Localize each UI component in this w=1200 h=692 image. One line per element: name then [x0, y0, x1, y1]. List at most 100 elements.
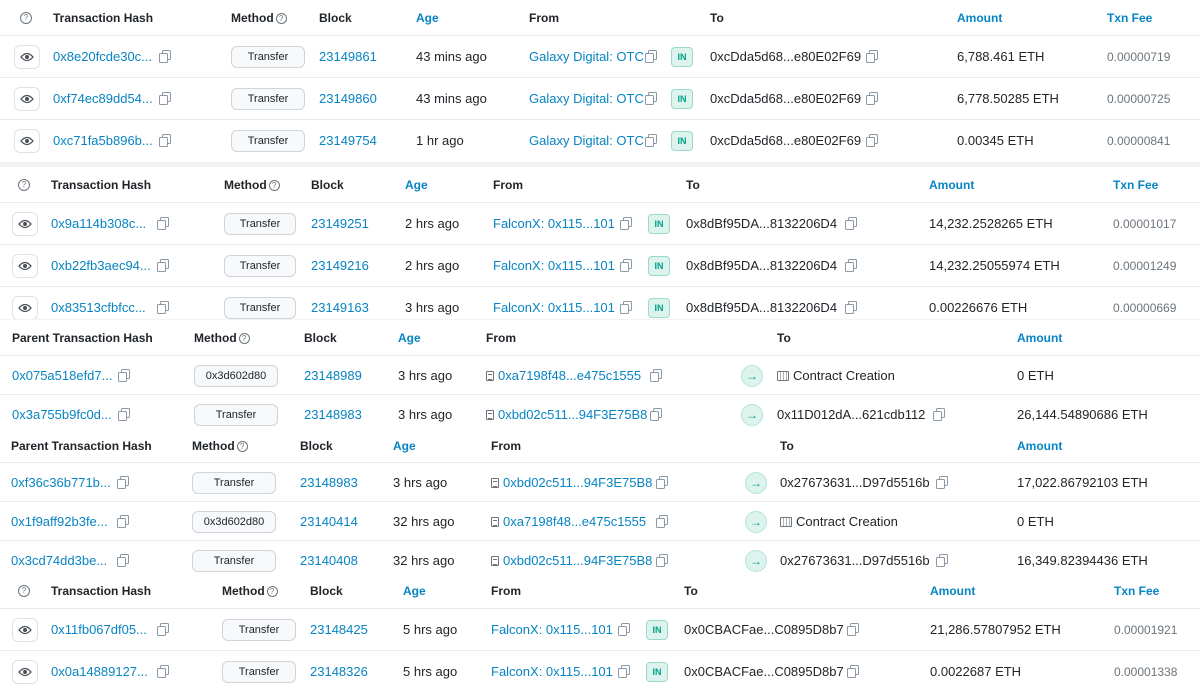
- copy-icon[interactable]: [117, 476, 129, 489]
- column-header-age[interactable]: Age: [405, 178, 428, 192]
- tx-hash-link[interactable]: 0xf74ec89dd54...: [53, 91, 153, 106]
- copy-icon[interactable]: [845, 301, 857, 314]
- from-address-link[interactable]: FalconX: 0x115...101: [493, 300, 615, 315]
- copy-icon[interactable]: [118, 369, 130, 382]
- block-link[interactable]: 23149861: [319, 49, 377, 64]
- help-icon[interactable]: ?: [20, 12, 32, 24]
- block-link[interactable]: 23149216: [311, 258, 369, 273]
- copy-icon[interactable]: [845, 217, 857, 230]
- from-contract-link[interactable]: 0xbd02c511...94F3E75B8: [491, 553, 652, 568]
- to-address[interactable]: 0x8dBf95DA...8132206D4: [686, 216, 837, 231]
- column-header-age[interactable]: Age: [416, 11, 439, 25]
- to-address[interactable]: 0x0CBACFae...C0895D8b7: [684, 664, 844, 679]
- from-address-link[interactable]: Galaxy Digital: OTC: [529, 133, 644, 148]
- copy-icon[interactable]: [157, 217, 169, 230]
- block-link[interactable]: 23149163: [311, 300, 369, 315]
- copy-icon[interactable]: [157, 665, 169, 678]
- copy-icon[interactable]: [118, 408, 130, 421]
- tx-hash-link[interactable]: 0x3cd74dd3be...: [11, 553, 107, 568]
- copy-icon[interactable]: [157, 259, 169, 272]
- copy-icon[interactable]: [936, 476, 948, 489]
- copy-icon[interactable]: [157, 623, 169, 636]
- help-icon[interactable]: ?: [275, 13, 287, 24]
- tx-hash-link[interactable]: 0xb22fb3aec94...: [51, 258, 151, 273]
- from-contract-link[interactable]: 0xa7198f48...e475c1555: [491, 514, 646, 529]
- view-details-button[interactable]: [12, 296, 38, 319]
- to-address[interactable]: 0xcDda5d68...e80E02F69: [710, 133, 861, 148]
- help-icon[interactable]: ?: [238, 333, 250, 344]
- tx-hash-link[interactable]: 0x3a755b9fc0d...: [12, 407, 112, 422]
- block-link[interactable]: 23149754: [319, 133, 377, 148]
- block-link[interactable]: 23148983: [300, 475, 358, 490]
- copy-icon[interactable]: [157, 301, 169, 314]
- block-link[interactable]: 23149860: [319, 91, 377, 106]
- block-link[interactable]: 23140408: [300, 553, 358, 568]
- help-icon[interactable]: ?: [236, 441, 248, 452]
- copy-icon[interactable]: [933, 408, 945, 421]
- view-details-button[interactable]: [12, 212, 38, 236]
- copy-icon[interactable]: [159, 92, 171, 105]
- copy-icon[interactable]: [620, 259, 632, 272]
- copy-icon[interactable]: [159, 134, 171, 147]
- copy-icon[interactable]: [117, 515, 129, 528]
- copy-icon[interactable]: [159, 50, 171, 63]
- to-address[interactable]: 0x0CBACFae...C0895D8b7: [684, 622, 844, 637]
- block-link[interactable]: 23148989: [304, 368, 362, 383]
- copy-icon[interactable]: [847, 665, 859, 678]
- block-link[interactable]: 23148983: [304, 407, 362, 422]
- help-icon[interactable]: ?: [18, 585, 30, 597]
- help-icon[interactable]: ?: [266, 586, 278, 597]
- copy-icon[interactable]: [866, 134, 878, 147]
- from-address-link[interactable]: FalconX: 0x115...101: [493, 258, 615, 273]
- copy-icon[interactable]: [866, 92, 878, 105]
- to-address[interactable]: 0xcDda5d68...e80E02F69: [710, 91, 861, 106]
- view-details-button[interactable]: [12, 618, 38, 642]
- tx-hash-link[interactable]: 0xf36c36b771b...: [11, 475, 111, 490]
- copy-icon[interactable]: [645, 92, 657, 105]
- from-address-link[interactable]: FalconX: 0x115...101: [491, 664, 613, 679]
- copy-icon[interactable]: [618, 665, 630, 678]
- from-address-link[interactable]: FalconX: 0x115...101: [493, 216, 615, 231]
- tx-hash-link[interactable]: 0x83513cfbfcc...: [51, 300, 146, 315]
- copy-icon[interactable]: [847, 623, 859, 636]
- to-address[interactable]: 0x11D012dA...621cdb112: [777, 407, 925, 422]
- view-details-button[interactable]: [12, 660, 38, 684]
- copy-icon[interactable]: [117, 554, 129, 567]
- tx-hash-link[interactable]: 0xc71fa5b896b...: [53, 133, 153, 148]
- tx-hash-link[interactable]: 0x1f9aff92b3fe...: [11, 514, 108, 529]
- tx-hash-link[interactable]: 0x0a14889127...: [51, 664, 148, 679]
- column-header-age[interactable]: Age: [393, 439, 416, 453]
- view-details-button[interactable]: [14, 87, 40, 111]
- copy-icon[interactable]: [620, 217, 632, 230]
- help-icon[interactable]: ?: [268, 180, 280, 191]
- help-icon[interactable]: ?: [18, 179, 30, 191]
- copy-icon[interactable]: [645, 134, 657, 147]
- copy-icon[interactable]: [618, 623, 630, 636]
- block-link[interactable]: 23148425: [310, 622, 368, 637]
- from-contract-link[interactable]: 0xbd02c511...94F3E75B8: [491, 475, 652, 490]
- copy-icon[interactable]: [650, 369, 662, 382]
- copy-icon[interactable]: [845, 259, 857, 272]
- from-address-link[interactable]: FalconX: 0x115...101: [491, 622, 613, 637]
- tx-hash-link[interactable]: 0x11fb067df05...: [51, 622, 147, 637]
- tx-hash-link[interactable]: 0x9a114b308c...: [51, 216, 146, 231]
- block-link[interactable]: 23148326: [310, 664, 368, 679]
- from-address-link[interactable]: Galaxy Digital: OTC: [529, 49, 644, 64]
- view-details-button[interactable]: [14, 45, 40, 69]
- view-details-button[interactable]: [12, 254, 38, 278]
- copy-icon[interactable]: [656, 476, 668, 489]
- copy-icon[interactable]: [645, 50, 657, 63]
- copy-icon[interactable]: [936, 554, 948, 567]
- tx-hash-link[interactable]: 0x075a518efd7...: [12, 368, 112, 383]
- copy-icon[interactable]: [866, 50, 878, 63]
- from-address-link[interactable]: Galaxy Digital: OTC: [529, 91, 644, 106]
- copy-icon[interactable]: [656, 515, 668, 528]
- block-link[interactable]: 23140414: [300, 514, 358, 529]
- copy-icon[interactable]: [656, 554, 668, 567]
- to-address[interactable]: 0xcDda5d68...e80E02F69: [710, 49, 861, 64]
- copy-icon[interactable]: [620, 301, 632, 314]
- tx-hash-link[interactable]: 0x8e20fcde30c...: [53, 49, 152, 64]
- to-address[interactable]: 0x8dBf95DA...8132206D4: [686, 258, 837, 273]
- block-link[interactable]: 23149251: [311, 216, 369, 231]
- to-address[interactable]: 0x8dBf95DA...8132206D4: [686, 300, 837, 315]
